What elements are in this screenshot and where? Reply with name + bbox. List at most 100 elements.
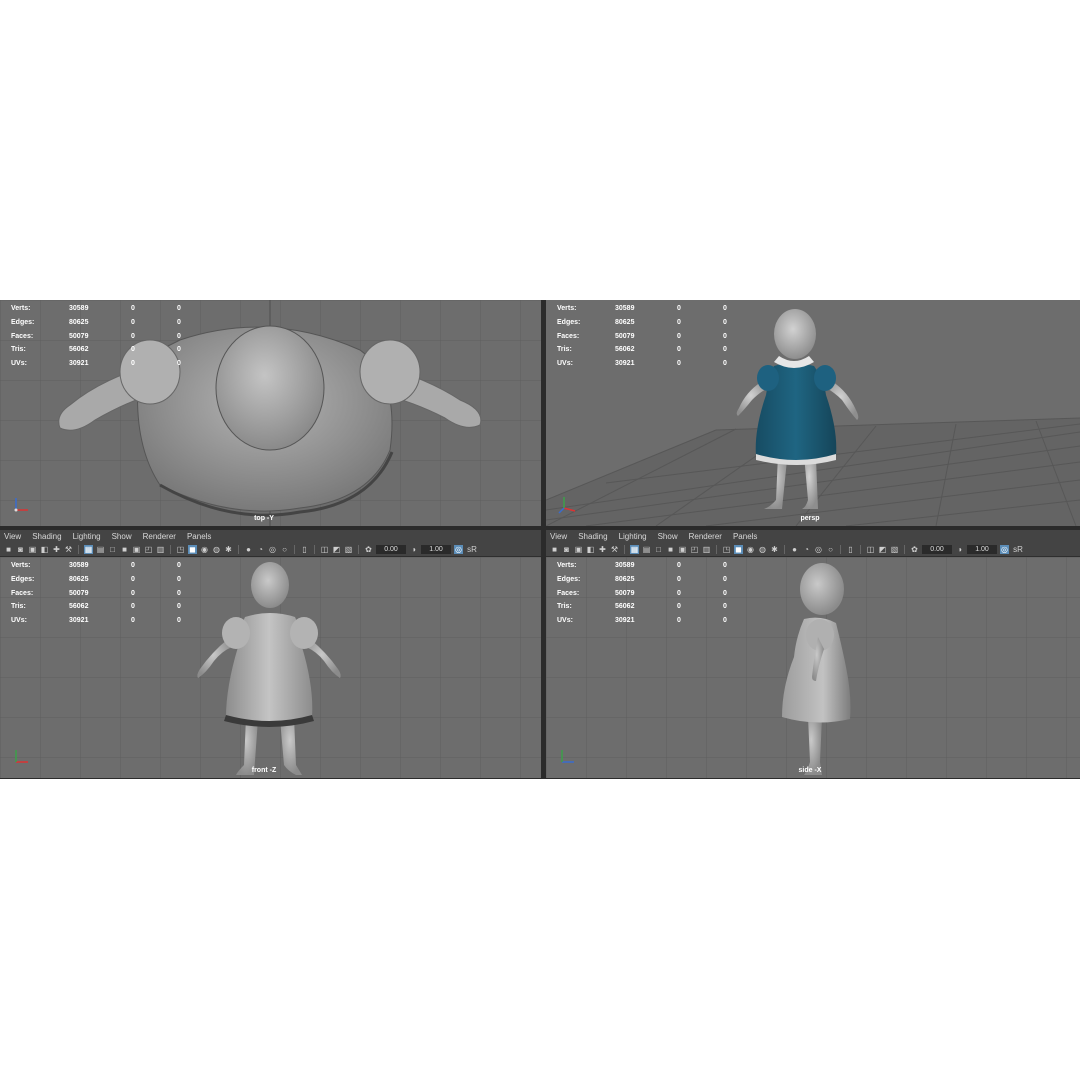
toolbar-icon[interactable]: ⚒ [610,545,619,554]
toolbar-icon[interactable]: ▤ [642,545,651,554]
exposure-icon[interactable]: ✿ [910,545,919,554]
toolbar-icon[interactable]: ○ [280,545,289,554]
view-transform-label[interactable]: sR [466,545,478,554]
toolbar-icon[interactable]: ▣ [678,545,687,554]
toolbar-icon[interactable]: ■ [666,545,675,554]
hud-value-total: 80625 [69,576,89,584]
toolbar-icon[interactable]: ◍ [212,545,221,554]
hud-value-total: 30921 [615,360,635,368]
exposure-icon[interactable]: ✿ [364,545,373,554]
hud-value-total: 50079 [615,332,635,340]
toolbar-icon[interactable]: ◫ [866,545,875,554]
menu-renderer[interactable]: Renderer [143,532,176,543]
toolbar-icon[interactable]: ◫ [320,545,329,554]
toolbar-icon[interactable]: ◼ [188,545,197,554]
toolbar-icon[interactable]: ▣ [574,545,583,554]
menu-view[interactable]: View [550,532,567,543]
toolbar-icon[interactable]: ◩ [332,545,341,554]
camera-label-side: side -X [798,767,822,774]
menu-lighting[interactable]: Lighting [619,532,647,543]
toolbar-icon[interactable]: ◳ [176,545,185,554]
baby-head-side-shape [800,563,844,615]
toolbar-icon[interactable]: ■ [4,545,13,554]
exposure-field[interactable]: 0.00 [376,545,406,554]
menu-show[interactable]: Show [658,532,678,543]
toolbar-icon[interactable]: ✱ [770,545,779,554]
toolbar-icon[interactable]: □ [654,545,663,554]
toolbar-icon[interactable]: ◍ [758,545,767,554]
toolbar-icon[interactable]: ◧ [40,545,49,554]
gamma-field[interactable]: 1.00 [421,545,451,554]
toolbar-icon[interactable]: ✱ [224,545,233,554]
toolbar-icon[interactable]: ▧ [890,545,899,554]
toolbar-icon[interactable]: ▤ [96,545,105,554]
toolbar-icon[interactable]: ✚ [52,545,61,554]
hud-value-selected: 0 [131,562,135,570]
toolbar-icon[interactable]: ■ [120,545,129,554]
viewport-top[interactable]: Verts: 30589 0 0 Edges: 80625 0 0 Faces: 50079 0 0 T… [0,300,541,526]
toolbar-icon[interactable]: □ [108,545,117,554]
toolbar-icon[interactable]: ▦ [630,545,639,554]
menu-view[interactable]: View [4,532,21,543]
toolbar-icon[interactable]: ○ [826,545,835,554]
gamma-field[interactable]: 1.00 [967,545,997,554]
color-management-icon[interactable]: ◎ [454,545,463,554]
viewport-persp[interactable]: Verts: 30589 0 0 Edges: 80625 0 0 Faces: 50079 0 0 T… [546,300,1080,526]
toolbar-icon[interactable]: ◉ [746,545,755,554]
menu-lighting[interactable]: Lighting [73,532,101,543]
toolbar-icon[interactable]: ● [244,545,253,554]
hud-value-total: 30589 [615,562,635,570]
exposure-field[interactable]: 0.00 [922,545,952,554]
toolbar-icon[interactable]: ◉ [200,545,209,554]
toolbar-icon[interactable]: ▣ [132,545,141,554]
toolbar-icon[interactable]: ◎ [814,545,823,554]
toolbar-icon[interactable]: ◧ [586,545,595,554]
hud-value-other: 0 [177,319,181,327]
hud-row: Faces: 50079 0 0 [557,329,753,343]
menu-renderer[interactable]: Renderer [689,532,722,543]
toolbar-icon[interactable]: ✚ [598,545,607,554]
toolbar-icon[interactable]: ▯ [300,545,309,554]
menu-shading[interactable]: Shading [578,532,607,543]
toolbar-icon[interactable]: ◔ [802,545,811,554]
toolbar-icon[interactable]: ◩ [878,545,887,554]
toolbar-icon[interactable]: ◼ [734,545,743,554]
hud-value-other: 0 [177,305,181,313]
menu-show[interactable]: Show [112,532,132,543]
toolbar-icon[interactable]: ▦ [84,545,93,554]
hud-value-total: 30921 [69,360,89,368]
toolbar-icon[interactable]: ▧ [344,545,353,554]
view-transform-label[interactable]: sR [1012,545,1024,554]
toolbar-separator [904,545,905,554]
viewport-side[interactable]: Verts: 30589 0 0 Edges: 80625 0 0 Faces: 50079 0 0 T… [546,557,1080,778]
toolbar-icon[interactable]: ⚒ [64,545,73,554]
color-management-icon[interactable]: ◎ [1000,545,1009,554]
toolbar-icon[interactable]: ◙ [562,545,571,554]
toolbar-icon[interactable]: ◎ [268,545,277,554]
gamma-icon[interactable]: ◑ [409,545,418,554]
axis-gizmo-icon [558,497,576,514]
hud-label: Faces: [557,332,580,340]
toolbar-icon[interactable]: ▣ [28,545,37,554]
menu-shading[interactable]: Shading [32,532,61,543]
menu-panels[interactable]: Panels [733,532,757,543]
toolbar-icon[interactable]: ◰ [144,545,153,554]
toolbar-icon[interactable]: ◔ [256,545,265,554]
toolbar-separator [860,545,861,554]
hud-value-selected: 0 [677,319,681,327]
hud-label: UVs: [11,360,27,368]
toolbar-icon[interactable]: ▥ [702,545,711,554]
gamma-icon[interactable]: ◑ [955,545,964,554]
toolbar-icon[interactable]: ▥ [156,545,165,554]
toolbar-icon[interactable]: ◰ [690,545,699,554]
toolbar-separator [784,545,785,554]
hud-value-other: 0 [723,332,727,340]
toolbar-icon[interactable]: ◙ [16,545,25,554]
toolbar-icon[interactable]: ◳ [722,545,731,554]
toolbar-icon[interactable]: ■ [550,545,559,554]
viewport-front[interactable]: Verts: 30589 0 0 Edges: 80625 0 0 Faces: 50079 0 0 T… [0,557,541,778]
toolbar-icon[interactable]: ▯ [846,545,855,554]
menu-panels[interactable]: Panels [187,532,211,543]
toolbar-icon[interactable]: ● [790,545,799,554]
hud-row: Verts: 30589 0 0 [557,559,753,573]
